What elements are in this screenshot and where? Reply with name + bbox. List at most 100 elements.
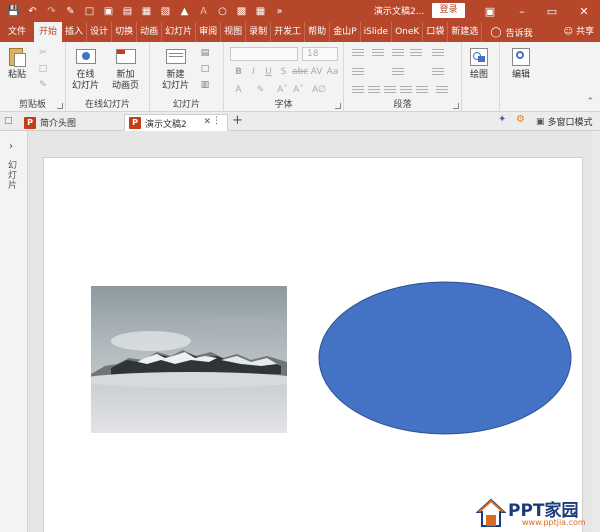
minimize-button[interactable]: –: [508, 0, 536, 22]
tell-me-label: 告诉我: [505, 28, 533, 39]
text-direction-icon[interactable]: [352, 68, 364, 78]
columns-icon[interactable]: [436, 86, 448, 96]
login-button[interactable]: 登录: [432, 3, 465, 18]
tab-animations[interactable]: 动画: [137, 22, 163, 42]
save-icon[interactable]: 💾: [4, 0, 23, 22]
more-commands-icon[interactable]: »: [270, 0, 289, 22]
shadow-button[interactable]: S: [277, 65, 290, 79]
tab-home[interactable]: 开始: [34, 22, 63, 42]
copy-icon[interactable]: □: [36, 63, 50, 75]
ribbon-display-options-icon[interactable]: ▣: [476, 0, 504, 22]
tab-file[interactable]: 文件: [0, 22, 34, 42]
character-spacing-button[interactable]: AV: [310, 65, 323, 79]
close-tab-icon[interactable]: ✕: [203, 117, 211, 127]
paste-button[interactable]: 粘贴: [6, 46, 28, 81]
tab-insert[interactable]: 插入: [62, 22, 88, 42]
new-slide-button[interactable]: 新建 幻灯片: [162, 46, 189, 92]
undo-icon[interactable]: ↶: [23, 0, 42, 22]
print-preview-icon[interactable]: ▣: [99, 0, 118, 22]
settings-gear-icon[interactable]: ⚙: [516, 114, 525, 125]
tab-review[interactable]: 审阅: [196, 22, 222, 42]
vertical-scrollbar[interactable]: [592, 131, 600, 532]
numbering-icon[interactable]: [372, 49, 384, 59]
shape-circle-icon[interactable]: ○: [213, 0, 232, 22]
font-color-button[interactable]: A: [232, 83, 245, 97]
tab-transitions[interactable]: 切换: [112, 22, 138, 42]
restore-button[interactable]: ▭: [538, 0, 566, 22]
blue-ellipse-shape[interactable]: [317, 280, 573, 436]
slide[interactable]: [43, 157, 583, 532]
tab-kingsoft[interactable]: 金山P: [330, 22, 361, 42]
close-button[interactable]: ✕: [570, 0, 598, 22]
tab-more-icon[interactable]: ⋮: [212, 116, 221, 126]
underline-button[interactable]: U: [262, 65, 275, 79]
tab-list-icon[interactable]: □: [4, 116, 13, 126]
align-center-icon[interactable]: [368, 86, 380, 96]
tab-view[interactable]: 视图: [221, 22, 247, 42]
new-animation-page-button[interactable]: 新加 动画页: [112, 46, 139, 92]
tab-slideshow[interactable]: 幻灯片: [162, 22, 197, 42]
layout-icon[interactable]: ▤: [198, 47, 212, 59]
mountain-landscape-picture[interactable]: [91, 286, 287, 433]
font-size-field[interactable]: 18: [302, 47, 338, 61]
line-spacing-icon[interactable]: [432, 49, 444, 59]
increase-indent-icon[interactable]: [410, 49, 422, 59]
clipboard-launcher-icon[interactable]: [57, 103, 63, 109]
share-button[interactable]: ☺ 共享: [564, 22, 594, 42]
highlight-button[interactable]: ✎: [254, 83, 267, 97]
paint-bucket-icon[interactable]: ▲: [175, 0, 194, 22]
tab-islide[interactable]: iSlide: [361, 22, 393, 42]
tab-onekey[interactable]: OneK: [392, 22, 424, 42]
online-slides-button[interactable]: 在线 幻灯片: [72, 46, 99, 92]
format-painter-icon[interactable]: ✎: [61, 0, 80, 22]
distributed-icon[interactable]: [416, 86, 428, 96]
cut-icon[interactable]: ✂: [36, 47, 50, 59]
tab-help[interactable]: 帮助: [305, 22, 331, 42]
tab-developer[interactable]: 开发工: [271, 22, 306, 42]
document-tab-active[interactable]: P 演示文稿2 ✕ ⋮: [124, 114, 228, 131]
decrease-font-button[interactable]: Aˇ: [292, 83, 305, 97]
bullets-icon[interactable]: [352, 49, 364, 59]
tab-pocket[interactable]: 口袋: [423, 22, 449, 42]
table-icon[interactable]: ▧: [156, 0, 175, 22]
font-color-icon[interactable]: A: [194, 0, 213, 22]
align-text-icon[interactable]: [392, 68, 404, 78]
expand-pane-icon[interactable]: ›: [9, 141, 13, 152]
tell-me-box[interactable]: ◯ 告诉我: [482, 22, 532, 42]
document-tab-intro[interactable]: P 简介头图: [20, 114, 124, 131]
multi-window-icon: ▣: [536, 116, 545, 127]
editing-button[interactable]: 编辑: [510, 46, 532, 81]
align-left-icon[interactable]: [352, 86, 364, 96]
section-icon[interactable]: ▥: [198, 79, 212, 91]
new-slide-icon: [165, 46, 187, 68]
slideshow-icon[interactable]: ▦: [137, 0, 156, 22]
justify-icon[interactable]: [400, 86, 412, 96]
tab-record[interactable]: 录制: [246, 22, 272, 42]
pin-icon[interactable]: ✦: [498, 114, 506, 125]
new-file-icon[interactable]: □: [80, 0, 99, 22]
align-right-icon[interactable]: [384, 86, 396, 96]
italic-button[interactable]: I: [247, 65, 260, 79]
open-folder-icon[interactable]: ▤: [118, 0, 137, 22]
arrange-icon[interactable]: ▩: [232, 0, 251, 22]
decrease-indent-icon[interactable]: [392, 49, 404, 59]
collapse-ribbon-icon[interactable]: ⌃: [586, 97, 594, 107]
bold-button[interactable]: B: [232, 65, 245, 79]
paragraph-launcher-icon[interactable]: [453, 103, 459, 109]
format-painter-small-icon[interactable]: ✎: [36, 79, 50, 91]
clear-formatting-button[interactable]: A∅: [312, 83, 326, 97]
smartart-icon[interactable]: [432, 68, 444, 78]
tab-new-selection[interactable]: 新建选: [448, 22, 483, 42]
increase-font-button[interactable]: Aˆ: [276, 83, 289, 97]
redo-icon[interactable]: ↷: [42, 0, 61, 22]
strikethrough-button[interactable]: abc: [292, 65, 308, 79]
grid-icon[interactable]: ▦: [251, 0, 270, 22]
font-name-field[interactable]: [230, 47, 298, 61]
font-launcher-icon[interactable]: [335, 103, 341, 109]
new-tab-icon[interactable]: +: [232, 113, 243, 128]
multi-window-mode-button[interactable]: ▣ 多窗口模式: [536, 115, 593, 129]
tab-design[interactable]: 设计: [87, 22, 113, 42]
reset-icon[interactable]: □: [198, 63, 212, 75]
drawing-button[interactable]: 绘图: [468, 46, 490, 81]
change-case-button[interactable]: Aa: [326, 65, 339, 79]
